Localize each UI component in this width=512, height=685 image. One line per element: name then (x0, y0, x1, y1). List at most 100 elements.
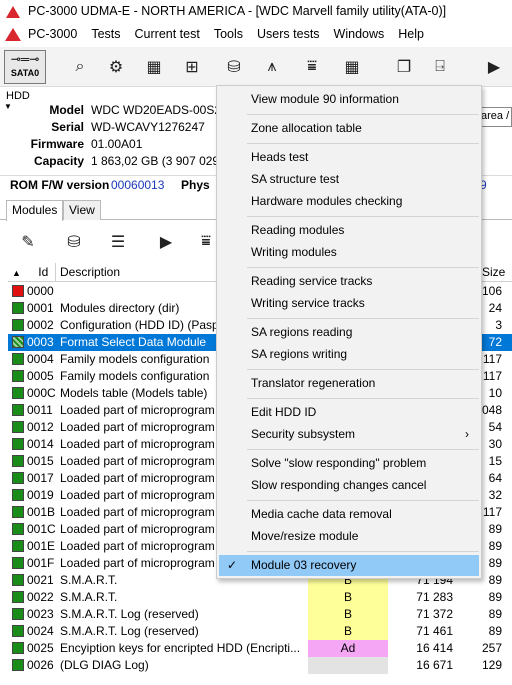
area-selector[interactable]: area / (478, 107, 512, 127)
module-type: B (308, 589, 388, 606)
menu-item-label: Zone allocation table (251, 121, 362, 135)
menu-item-heads-test[interactable]: Heads test (219, 147, 479, 168)
menu-tools[interactable]: Tools (207, 27, 250, 41)
menu-item-label: Hardware modules checking (251, 194, 403, 208)
sata-port-button[interactable]: ⊸═⊸ SATA0 (4, 50, 46, 84)
tracks-icon: ⩸ (201, 233, 211, 250)
menu-help[interactable]: Help (391, 27, 431, 41)
tab-modules[interactable]: Modules (6, 200, 64, 221)
menu-item-solve-slow-responding-problem[interactable]: Solve "slow responding" problem (219, 453, 479, 474)
menu-item-move-resize-module[interactable]: Move/resize module (219, 526, 479, 547)
module-description: (DLG DIAG Log) (60, 658, 149, 672)
menu-item-label: SA regions reading (251, 325, 353, 339)
module-address: 71 372 (416, 607, 453, 621)
menu-tests[interactable]: Tests (84, 27, 127, 41)
windows-button[interactable]: ❐ (390, 53, 418, 81)
play-button[interactable]: ▶ (480, 53, 508, 81)
module-status-icon (12, 489, 24, 501)
table-row[interactable]: 0024 S.M.A.R.T. Log (reserved) B 71 461 89 (8, 623, 512, 640)
tab-view[interactable]: View (63, 200, 101, 220)
chip-button[interactable]: ▦ (140, 53, 168, 81)
module-play-button[interactable]: ▶ (152, 228, 180, 256)
module-disk-button[interactable]: ⛁ (60, 228, 88, 256)
module-edit-button[interactable]: ✎ (14, 228, 42, 256)
menu-item-label: Writing modules (251, 245, 337, 259)
menu-item-sa-structure-test[interactable]: SA structure test (219, 169, 479, 190)
board-button[interactable]: ⊞ (178, 53, 206, 81)
sata-plug-icon: ⊸═⊸ (10, 52, 40, 66)
menu-pc3000[interactable]: PC-3000 (21, 27, 84, 41)
module-status-icon (12, 625, 24, 637)
app-logo-icon (6, 4, 20, 18)
main-toolbar: ⊸═⊸ SATA0 ⌕ ⚙ ▦ ⊞ ⛁ ⩚ ⩸ ▦ ❐ ⍈ ▶ (0, 47, 512, 87)
menu-item-sa-regions-reading[interactable]: SA regions reading (219, 322, 479, 343)
menu-item-translator-regeneration[interactable]: Translator regeneration (219, 373, 479, 394)
module-description: S.M.A.R.T. Log (reserved) (60, 624, 199, 638)
menu-item-edit-hdd-id[interactable]: Edit HDD ID (219, 402, 479, 423)
module-id: 0014 (27, 437, 54, 451)
search-tools-button[interactable]: ⌕ (66, 53, 94, 81)
table-row[interactable]: 0025 Encyiption keys for encripted HDD (E… (8, 640, 512, 657)
table-row[interactable]: 0022 S.M.A.R.T. B 71 283 89 (8, 589, 512, 606)
menu-item-label: Translator regeneration (251, 376, 376, 390)
menu-item-security-subsystem[interactable]: Security subsystem › (219, 424, 479, 445)
module-address: 71 283 (416, 590, 453, 604)
module-status-icon (12, 506, 24, 518)
module-status-icon (12, 642, 24, 654)
menu-users-tests[interactable]: Users tests (250, 27, 327, 41)
binoculars-icon: ⌕ (75, 58, 85, 75)
window-title: PC-3000 UDMA-E - NORTH AMERICA - [WDC Ma… (28, 4, 447, 18)
settings-button[interactable]: ⚙ (102, 53, 130, 81)
menu-item-zone-allocation-table[interactable]: Zone allocation table (219, 118, 479, 139)
module-id: 0002 (27, 318, 54, 332)
menu-item-reading-modules[interactable]: Reading modules (219, 220, 479, 241)
exit-button[interactable]: ⍈ (426, 53, 454, 81)
menu-item-media-cache-data-removal[interactable]: Media cache data removal (219, 504, 479, 525)
module-type: B (308, 623, 388, 640)
module-id: 0003 (27, 335, 54, 349)
firmware-row: Firmware 01.00A01 (0, 137, 230, 154)
model-row: Model WDC WD20EADS-00S2E (0, 103, 230, 120)
table-row[interactable]: 0023 S.M.A.R.T. Log (reserved) B 71 372 89 (8, 606, 512, 623)
module-id: 0004 (27, 352, 54, 366)
gears-icon: ⚙ (108, 59, 124, 76)
module-type: Ad (308, 640, 388, 657)
module-id: 0023 (27, 607, 54, 621)
menu-item-writing-modules[interactable]: Writing modules (219, 242, 479, 263)
menu-item-slow-responding-changes-cancel[interactable]: Slow responding changes cancel (219, 475, 479, 496)
app-menu-logo-icon[interactable] (5, 26, 21, 42)
chip-icon: ▦ (146, 59, 162, 76)
capacity-row: Capacity 1 863,02 GB (3 907 029 1 (0, 154, 230, 171)
menu-item-module-03-recovery[interactable]: ✓ Module 03 recovery (219, 555, 479, 576)
module-list-button[interactable]: ☰ (104, 228, 132, 256)
menu-item-hardware-modules-checking[interactable]: Hardware modules checking (219, 191, 479, 212)
head-button[interactable]: ⩚ (258, 53, 286, 81)
menu-item-view-module-90-information[interactable]: View module 90 information (219, 89, 479, 110)
model-value: WDC WD20EADS-00S2E (91, 103, 230, 117)
module-size: 89 (488, 624, 502, 638)
model-key: Model (49, 103, 84, 117)
menu-current-test[interactable]: Current test (128, 27, 207, 41)
disk-button[interactable]: ⛁ (220, 53, 248, 81)
checkmark-icon: ✓ (227, 558, 238, 572)
module-address: 16 414 (416, 641, 453, 655)
menu-item-writing-service-tracks[interactable]: Writing service tracks (219, 293, 479, 314)
submenu-arrow-icon: › (465, 427, 469, 441)
menu-item-reading-service-tracks[interactable]: Reading service tracks (219, 271, 479, 292)
menu-windows[interactable]: Windows (327, 27, 392, 41)
module-status-icon (12, 574, 24, 586)
menu-item-label: Module 03 recovery (251, 558, 357, 572)
menu-item-label: Slow responding changes cancel (251, 478, 427, 492)
tracks-icon: ⩸ (307, 58, 317, 75)
grid-button[interactable]: ▦ (338, 53, 366, 81)
module-status-icon (12, 285, 24, 297)
module-status-icon (12, 659, 24, 671)
column-header-size[interactable]: Size (478, 263, 512, 282)
module-status-icon (12, 421, 24, 433)
menu-item-label: Reading modules (251, 223, 345, 237)
column-header-id[interactable]: ▲ Id (8, 263, 56, 282)
table-row[interactable]: 0026 (DLG DIAG Log) 16 671 129 (8, 657, 512, 674)
menu-item-sa-regions-writing[interactable]: SA regions writing (219, 344, 479, 365)
tracks-button[interactable]: ⩸ (298, 53, 326, 81)
disk-icon: ⛁ (67, 234, 81, 251)
